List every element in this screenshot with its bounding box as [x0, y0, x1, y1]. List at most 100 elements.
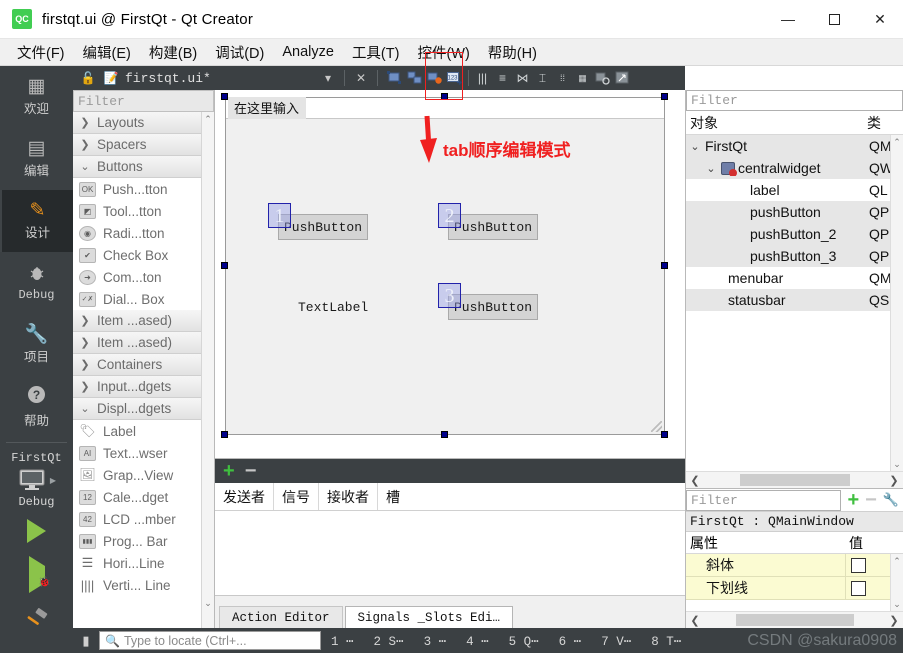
- layout-vertically-tool[interactable]: ≡: [493, 69, 512, 88]
- property-editor-vscrollbar[interactable]: ⌃ ⌄: [890, 554, 903, 611]
- minimize-button[interactable]: —: [765, 0, 811, 38]
- kit-selector[interactable]: FirstQt ▶ Debug: [0, 447, 73, 509]
- form-central-widget[interactable]: PushButton 1 PushButton 2 PushButton 3 T…: [226, 119, 664, 434]
- tab-order-badge-2[interactable]: 2: [438, 203, 461, 228]
- selection-handle-bottom-center[interactable]: [441, 431, 448, 438]
- locator-input[interactable]: 🔍 Type to locate (Ctrl+...: [99, 631, 321, 650]
- widget-box-scrollbar[interactable]: ⌃ ⌄: [201, 112, 214, 628]
- scroll-down-icon[interactable]: ⌄: [891, 457, 903, 471]
- mode-welcome[interactable]: ▦ 欢迎: [0, 66, 73, 128]
- scroll-down-icon[interactable]: ⌄: [202, 596, 214, 610]
- tab-signals-slots-editor[interactable]: Signals _Slots Edi…: [344, 606, 514, 628]
- scroll-left-icon[interactable]: ❮: [688, 474, 702, 487]
- object-row-centralwidget[interactable]: ⌄ centralwidget QW: [686, 157, 903, 179]
- widget-item-radio-button[interactable]: ◉ Radi...tton: [73, 222, 214, 244]
- widget-item-calendar-widget[interactable]: 12 Cale...dget: [73, 486, 214, 508]
- edit-widgets-tool[interactable]: [385, 69, 404, 88]
- object-inspector-hscrollbar[interactable]: ❮ ❯: [686, 471, 903, 488]
- widget-category-item-widgets[interactable]: ❯ Item ...ased): [73, 332, 214, 354]
- widget-item-graphics-view[interactable]: 🖼 Grap...View: [73, 464, 214, 486]
- widget-category-containers[interactable]: ❯ Containers: [73, 354, 214, 376]
- widget-item-check-box[interactable]: ✔ Check Box: [73, 244, 214, 266]
- widget-item-label[interactable]: 🏷 Label: [73, 420, 214, 442]
- menu-build[interactable]: 构建(B): [140, 39, 206, 66]
- mode-design[interactable]: ✎ 设计: [0, 190, 73, 252]
- property-editor-hscrollbar[interactable]: ❮ ❯: [686, 611, 903, 628]
- menubar-placeholder[interactable]: 在这里输入: [228, 97, 307, 119]
- column-class[interactable]: 类: [867, 113, 903, 133]
- close-button[interactable]: ✕: [857, 0, 903, 38]
- scroll-up-icon[interactable]: ⌃: [891, 554, 903, 568]
- column-object[interactable]: 对象: [686, 113, 867, 133]
- widget-category-spacers[interactable]: ❯ Spacers: [73, 134, 214, 156]
- column-property[interactable]: 属性: [686, 533, 845, 553]
- widget-item-dialog-button-box[interactable]: ✓✗ Dial... Box: [73, 288, 214, 310]
- object-inspector-tree[interactable]: ⌄ FirstQt QM ⌄ centralwidget QW label QL: [686, 135, 903, 471]
- property-row-underline[interactable]: 下划线: [686, 577, 903, 600]
- layout-horizontally-tool[interactable]: |||: [473, 69, 492, 88]
- layout-form-tool[interactable]: ⁞⁞: [553, 69, 572, 88]
- edit-signals-slots-tool[interactable]: [405, 69, 424, 88]
- column-slot[interactable]: 槽: [378, 483, 408, 510]
- menu-analyze[interactable]: Analyze: [273, 41, 343, 63]
- widget-item-command-link-button[interactable]: ➜ Com...ton: [73, 266, 214, 288]
- menu-debug[interactable]: 调试(D): [206, 39, 273, 66]
- scroll-right-icon[interactable]: ❯: [887, 474, 901, 487]
- status-item-1[interactable]: 1 ⋯: [321, 633, 364, 649]
- object-row-statusbar[interactable]: statusbar QS: [686, 289, 903, 311]
- scroll-up-icon[interactable]: ⌃: [891, 135, 903, 149]
- selection-handle-top-left[interactable]: [221, 93, 228, 100]
- widget-box-list[interactable]: ❯ Layouts ❯ Spacers ⌄ Buttons OK Push...…: [73, 112, 214, 628]
- adjust-size-tool[interactable]: [613, 69, 632, 88]
- widget-item-horizontal-line[interactable]: ☰ Hori...Line: [73, 552, 214, 574]
- open-file-selector[interactable]: 🔓 📝 firstqt.ui*: [79, 69, 315, 87]
- widget-item-text-browser[interactable]: AI Text...wser: [73, 442, 214, 464]
- column-value[interactable]: 值: [845, 533, 903, 553]
- object-row-pushButton_2[interactable]: pushButton_2 QP: [686, 223, 903, 245]
- layout-grid-tool[interactable]: ▦: [573, 69, 592, 88]
- maximize-button[interactable]: [811, 0, 857, 38]
- italic-checkbox[interactable]: [851, 557, 866, 573]
- remove-property-button[interactable]: −: [865, 490, 877, 510]
- column-signal[interactable]: 信号: [274, 483, 319, 510]
- object-inspector-filter[interactable]: Filter: [686, 90, 903, 111]
- scroll-left-icon[interactable]: ❮: [688, 614, 702, 627]
- hscroll-thumb[interactable]: [739, 474, 850, 486]
- sidebar-toggle-button[interactable]: ▮: [73, 628, 99, 653]
- widget-category-display-widgets[interactable]: ⌄ Displ...dgets: [73, 398, 214, 420]
- scroll-up-icon[interactable]: ⌃: [202, 112, 214, 126]
- widget-category-layouts[interactable]: ❯ Layouts: [73, 112, 214, 134]
- run-button[interactable]: [0, 509, 73, 553]
- form-widget-pushButton_2[interactable]: PushButton: [448, 214, 538, 240]
- widget-category-item-views[interactable]: ❯ Item ...ased): [73, 310, 214, 332]
- selection-handle-mid-left[interactable]: [221, 262, 228, 269]
- form-widget-pushButton_3[interactable]: PushButton: [448, 294, 538, 320]
- break-layout-tool[interactable]: [593, 69, 612, 88]
- mode-help[interactable]: ? 帮助: [0, 376, 73, 438]
- mode-projects[interactable]: 🔧 项目: [0, 314, 73, 376]
- form-designer-canvas[interactable]: 在这里输入 PushButton 1 PushButton 2 PushButt…: [215, 90, 685, 458]
- mode-debug[interactable]: Debug: [0, 252, 73, 314]
- hscroll-thumb[interactable]: [735, 614, 854, 626]
- widget-item-push-button[interactable]: OK Push...tton: [73, 178, 214, 200]
- status-item-2[interactable]: 2 S⋯: [364, 633, 414, 649]
- property-editor-rows[interactable]: 斜体 下划线 ⌃ ⌄: [686, 554, 903, 611]
- file-dropdown-icon[interactable]: ▾: [319, 69, 337, 87]
- property-row-italic[interactable]: 斜体: [686, 554, 903, 577]
- tab-order-badge-3[interactable]: 3: [438, 283, 461, 308]
- underline-checkbox[interactable]: [851, 580, 866, 596]
- status-item-4[interactable]: 4 ⋯: [456, 633, 499, 649]
- widget-item-lcd-number[interactable]: 42 LCD ...mber: [73, 508, 214, 530]
- selection-handle-mid-right[interactable]: [661, 262, 668, 269]
- object-row-label[interactable]: label QL: [686, 179, 903, 201]
- add-connection-button[interactable]: +: [223, 461, 235, 481]
- widget-box-filter[interactable]: Filter: [73, 90, 214, 112]
- selection-handle-top-right[interactable]: [661, 93, 668, 100]
- object-row-menubar[interactable]: menubar QM: [686, 267, 903, 289]
- menu-file[interactable]: 文件(F): [8, 39, 74, 66]
- status-item-7[interactable]: 7 V⋯: [591, 633, 641, 649]
- form-widget-label[interactable]: TextLabel: [298, 300, 368, 315]
- status-item-3[interactable]: 3 ⋯: [414, 633, 457, 649]
- status-item-6[interactable]: 6 ⋯: [549, 633, 592, 649]
- layout-horizontal-splitter-tool[interactable]: ⋈: [513, 69, 532, 88]
